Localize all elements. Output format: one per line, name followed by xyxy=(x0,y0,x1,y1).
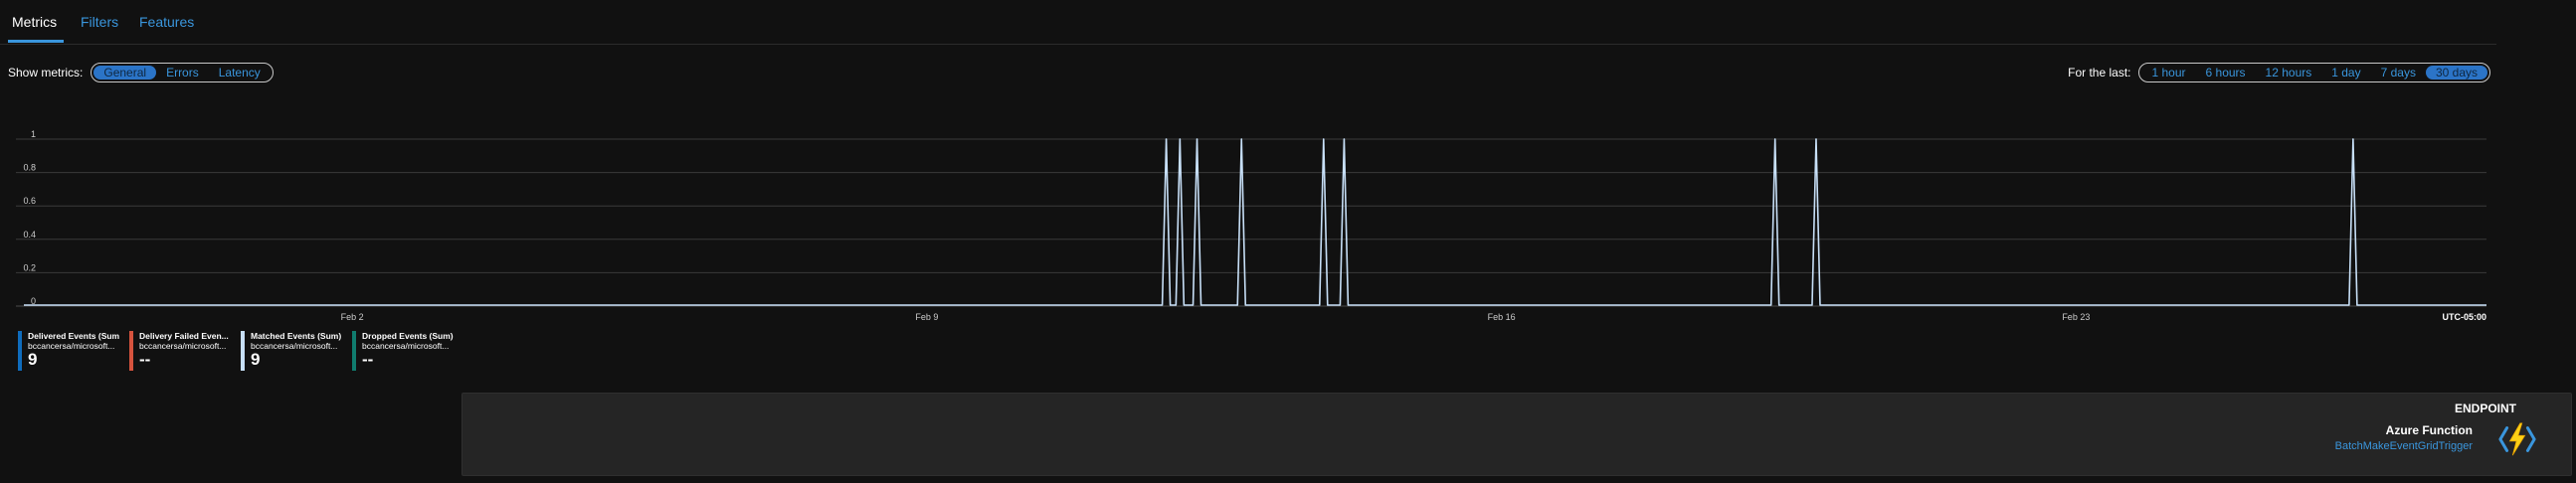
time-range-toggle: 1 hour 6 hours 12 hours 1 day 7 days 30 … xyxy=(2138,63,2490,82)
y-tick-label: 1 xyxy=(31,129,36,139)
legend-item-delivered[interactable]: Delivered Events (Sum) bccancersa/micros… xyxy=(18,331,119,371)
data-point xyxy=(1773,138,1776,140)
endpoint-type: Azure Function xyxy=(2385,423,2473,437)
time-range-group: For the last: 1 hour 6 hours 12 hours 1 … xyxy=(2068,62,2490,83)
data-point xyxy=(1179,138,1182,140)
data-point xyxy=(1240,138,1243,140)
metrics-toggle: General Errors Latency xyxy=(91,63,274,82)
data-point xyxy=(1196,138,1198,140)
data-point xyxy=(2352,138,2354,140)
legend-subtitle: bccancersa/microsoft... xyxy=(362,341,450,351)
time-option-1-hour[interactable]: 1 hour xyxy=(2141,66,2195,80)
legend-color-bar xyxy=(129,331,133,371)
legend-value: 9 xyxy=(251,350,261,369)
x-tick-label: Feb 2 xyxy=(341,312,364,322)
time-option-7-days[interactable]: 7 days xyxy=(2371,66,2426,80)
legend-item-delivery-failed[interactable]: Delivery Failed Even... bccancersa/micro… xyxy=(129,331,231,371)
legend-subtitle: bccancersa/microsoft... xyxy=(28,341,115,351)
legend-value: -- xyxy=(139,350,151,369)
legend-item-matched[interactable]: Matched Events (Sum) bccancersa/microsof… xyxy=(241,331,342,371)
active-tab-indicator xyxy=(8,40,64,43)
metrics-option-latency[interactable]: Latency xyxy=(209,66,271,80)
legend-value: -- xyxy=(362,350,374,369)
time-option-1-day[interactable]: 1 day xyxy=(2321,66,2370,80)
y-tick-label: 0.6 xyxy=(23,196,36,206)
legend-title: Delivery Failed Even... xyxy=(139,331,229,341)
azure-function-bolt-icon xyxy=(2498,422,2536,456)
time-option-12-hours[interactable]: 12 hours xyxy=(2256,66,2322,80)
show-metrics-group: Show metrics: General Errors Latency xyxy=(8,62,274,83)
data-point xyxy=(1165,138,1168,140)
metrics-chart[interactable]: 00.20.40.60.81Feb 2 Feb 9 Feb 16 Feb 23 UTC-… xyxy=(0,119,2496,328)
legend-value: 9 xyxy=(28,350,38,369)
x-tick-label: Feb 23 xyxy=(2062,312,2090,322)
legend-color-bar xyxy=(241,331,245,371)
tab-metrics[interactable]: Metrics xyxy=(12,14,57,30)
metrics-option-errors[interactable]: Errors xyxy=(156,66,209,80)
endpoint-panel xyxy=(461,393,2572,476)
legend-color-bar xyxy=(352,331,356,371)
show-metrics-label: Show metrics: xyxy=(8,66,84,80)
x-tick-label: Feb 9 xyxy=(915,312,938,322)
time-range-label: For the last: xyxy=(2068,66,2131,80)
y-tick-label: 0.4 xyxy=(23,230,36,240)
time-option-30-days[interactable]: 30 days xyxy=(2425,66,2487,80)
timezone-label: UTC-05:00 xyxy=(2442,312,2486,322)
tab-bar: Metrics Filters Features xyxy=(0,0,2496,45)
metrics-option-general[interactable]: General xyxy=(93,66,157,80)
tab-filters[interactable]: Filters xyxy=(81,14,118,30)
data-point xyxy=(1343,138,1346,140)
y-tick-label: 0.8 xyxy=(23,163,36,173)
endpoint-header: ENDPOINT xyxy=(2454,402,2516,415)
x-tick-label: Feb 16 xyxy=(1488,312,1516,322)
y-tick-label: 0.2 xyxy=(23,262,36,272)
chart-legend: Delivered Events (Sum) bccancersa/micros… xyxy=(18,331,463,371)
legend-subtitle: bccancersa/microsoft... xyxy=(139,341,227,351)
legend-color-bar xyxy=(18,331,22,371)
legend-title: Matched Events (Sum) xyxy=(251,331,342,341)
time-option-6-hours[interactable]: 6 hours xyxy=(2196,66,2256,80)
legend-title: Dropped Events (Sum) xyxy=(362,331,454,341)
legend-item-dropped[interactable]: Dropped Events (Sum) bccancersa/microsof… xyxy=(352,331,454,371)
legend-subtitle: bccancersa/microsoft... xyxy=(251,341,338,351)
legend-title: Delivered Events (Sum) xyxy=(28,331,119,341)
data-point xyxy=(1815,138,1817,140)
data-point xyxy=(1322,138,1325,140)
series-line-matched-events xyxy=(24,138,2486,306)
endpoint-function-link[interactable]: BatchMakeEventGridTrigger xyxy=(2335,440,2473,452)
tab-features[interactable]: Features xyxy=(139,14,194,30)
